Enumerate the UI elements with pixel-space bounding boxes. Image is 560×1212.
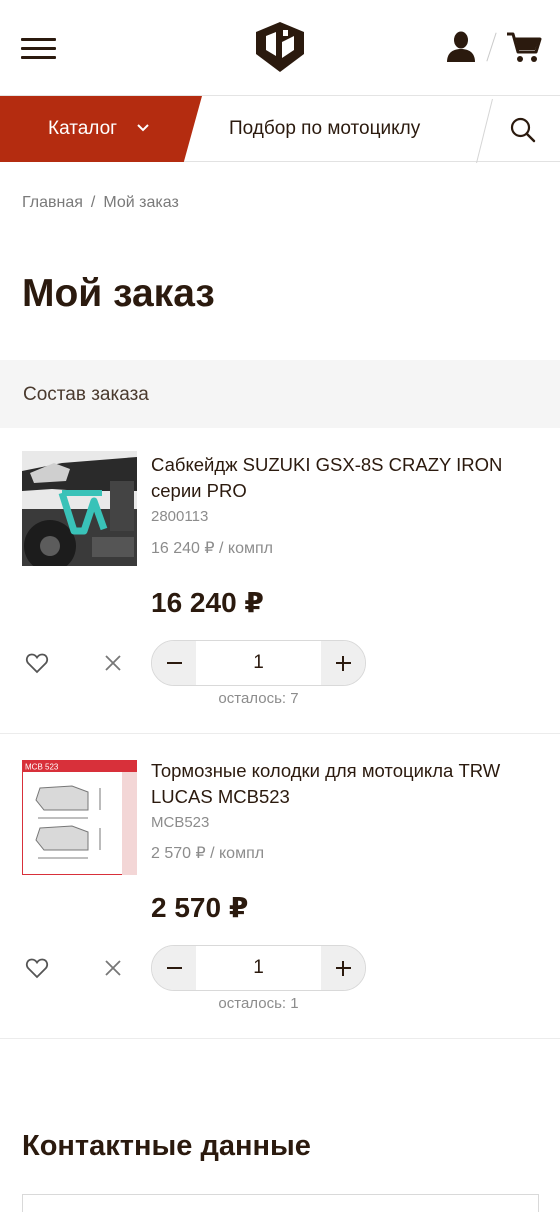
catalog-label: Каталог <box>48 118 118 139</box>
category-nav: Каталог Подбор по мотоциклу <box>0 96 560 164</box>
product-name[interactable]: Сабкейдж SUZUKI GSX-8S CRAZY IRON серии … <box>151 452 531 504</box>
breadcrumb: Главная / Мой заказ <box>22 194 179 212</box>
quantity-input[interactable] <box>196 946 321 990</box>
stock-remaining: осталось: 7 <box>218 690 299 707</box>
user-icon[interactable] <box>444 30 478 64</box>
product-unit-price: 2 570 ₽ / компл <box>151 845 265 862</box>
catalog-button[interactable]: Каталог <box>0 96 202 162</box>
nav-divider <box>476 98 493 164</box>
contacts-section-title: Контактные данные <box>22 1130 311 1162</box>
product-total-price: 2 570 ₽ <box>151 892 249 923</box>
order-section-header: Состав заказа <box>0 360 560 428</box>
breadcrumb-home-link[interactable]: Главная <box>22 194 83 211</box>
chevron-down-icon <box>137 124 149 132</box>
brand-logo[interactable] <box>252 20 308 74</box>
product-image-brake-pads[interactable]: MCB 523 <box>22 760 137 875</box>
product-unit-price: 16 240 ₽ / компл <box>151 540 273 557</box>
search-icon[interactable] <box>509 116 537 144</box>
quantity-input[interactable] <box>196 641 321 685</box>
breadcrumb-current: Мой заказ <box>103 194 179 211</box>
contact-input-field[interactable] <box>22 1194 539 1212</box>
product-name[interactable]: Тормозные колодки для мотоцикла TRW LUCA… <box>151 758 531 810</box>
quantity-stepper <box>151 640 366 686</box>
quantity-increase-button[interactable] <box>321 946 365 990</box>
select-by-motorcycle-link[interactable]: Подбор по мотоциклу <box>229 118 420 140</box>
cart-icon[interactable] <box>506 30 542 64</box>
close-icon[interactable] <box>104 959 122 977</box>
product-sku: MCB523 <box>151 814 210 831</box>
breadcrumb-separator: / <box>90 194 96 211</box>
close-icon[interactable] <box>104 654 122 672</box>
heart-icon[interactable] <box>25 957 49 979</box>
stock-remaining: осталось: 1 <box>218 995 299 1012</box>
cart-item: Сабкейдж SUZUKI GSX-8S CRAZY IRON серии … <box>0 428 560 734</box>
product-image-label: MCB 523 <box>25 763 59 772</box>
site-header <box>0 0 560 96</box>
cart-item: MCB 523 Тормозные колодки для мотоцикла … <box>0 734 560 1039</box>
product-total-price: 16 240 ₽ <box>151 587 264 618</box>
quantity-stepper <box>151 945 366 991</box>
product-image-subcage[interactable] <box>22 451 137 566</box>
quantity-increase-button[interactable] <box>321 641 365 685</box>
heart-icon[interactable] <box>25 652 49 674</box>
page-title: Мой заказ <box>22 272 215 315</box>
burger-menu-icon[interactable] <box>21 36 57 60</box>
quantity-decrease-button[interactable] <box>152 641 196 685</box>
order-section-label: Состав заказа <box>23 384 149 405</box>
quantity-decrease-button[interactable] <box>152 946 196 990</box>
product-sku: 2800113 <box>151 508 209 525</box>
header-divider <box>486 32 497 62</box>
